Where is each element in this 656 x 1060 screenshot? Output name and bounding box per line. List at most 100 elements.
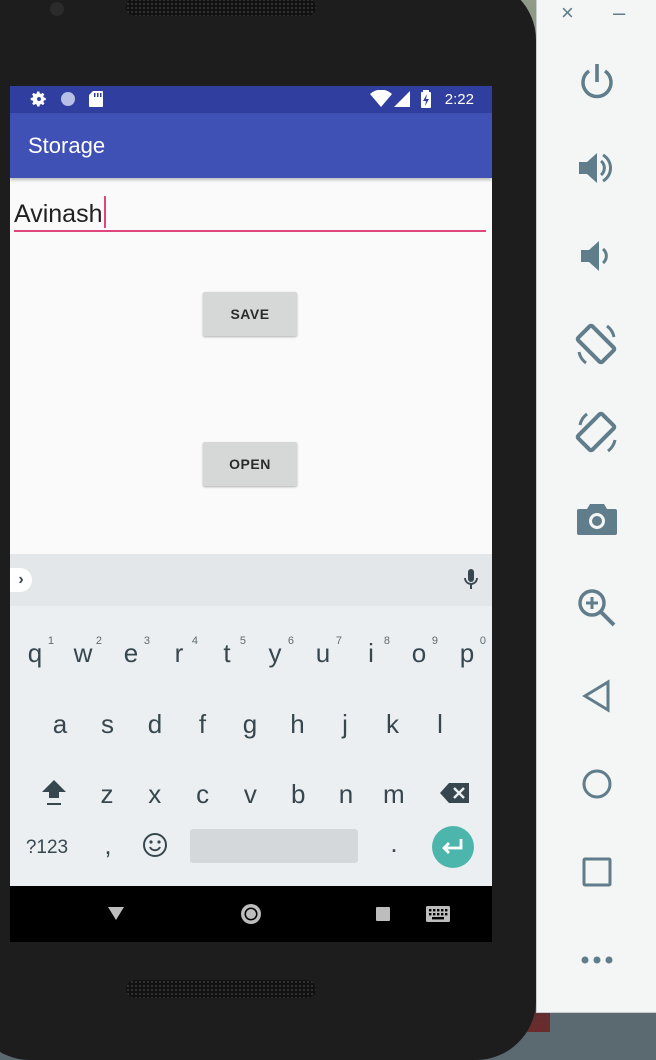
key-label: t <box>223 638 231 668</box>
key-hint: 4 <box>191 635 198 647</box>
keyboard-switch-icon[interactable] <box>426 906 450 927</box>
shift-key[interactable] <box>34 777 74 807</box>
space-key[interactable] <box>190 829 358 863</box>
clock: 2:22 <box>444 91 474 108</box>
sd-card-icon <box>88 90 104 113</box>
key-t[interactable]: t5 <box>204 635 250 668</box>
key-f[interactable]: f <box>180 709 226 739</box>
power-icon[interactable] <box>575 58 619 102</box>
name-input-value: Avinash <box>14 200 103 228</box>
status-bar: 2:22 <box>10 86 492 113</box>
key-hint: 8 <box>383 635 390 647</box>
key-hint: 0 <box>479 635 486 647</box>
zoom-icon[interactable] <box>575 586 619 630</box>
signal-icon <box>394 90 410 113</box>
key-d[interactable]: d <box>132 709 178 739</box>
more-icon[interactable] <box>575 938 619 982</box>
key-h[interactable]: h <box>275 709 321 739</box>
home-icon[interactable] <box>575 762 619 806</box>
settings-icon <box>30 90 48 113</box>
minimize-icon[interactable]: – <box>613 0 625 26</box>
key-u[interactable]: u7 <box>300 635 346 668</box>
device-screen: 2:22 Storage Avinash SAVE OPEN › q1w2e3r… <box>10 86 492 942</box>
mic-icon[interactable] <box>464 568 478 597</box>
name-input[interactable]: Avinash <box>14 190 486 232</box>
save-button[interactable]: SAVE <box>203 292 297 336</box>
key-l[interactable]: l <box>417 709 463 739</box>
volume-up-icon[interactable] <box>575 146 619 190</box>
overview-icon[interactable] <box>575 850 619 894</box>
key-r[interactable]: r4 <box>156 635 202 668</box>
key-label: e <box>123 638 139 668</box>
key-label: p <box>459 638 475 668</box>
key-hint: 5 <box>239 635 246 647</box>
back-triangle-icon[interactable] <box>108 907 124 926</box>
backspace-key[interactable] <box>438 782 472 806</box>
key-b[interactable]: b <box>275 779 321 809</box>
top-speaker <box>126 0 316 16</box>
open-button[interactable]: OPEN <box>203 442 297 486</box>
key-j[interactable]: j <box>322 709 368 739</box>
key-k[interactable]: k <box>370 709 416 739</box>
volume-down-icon[interactable] <box>575 234 619 278</box>
key-q[interactable]: q1 <box>12 635 58 668</box>
key-x[interactable]: x <box>132 779 178 809</box>
camera-icon[interactable] <box>575 498 619 542</box>
back-icon[interactable] <box>575 674 619 718</box>
key-label: w <box>73 638 93 668</box>
key-hint: 2 <box>95 635 102 647</box>
key-v[interactable]: v <box>227 779 273 809</box>
app-bar: Storage <box>10 113 492 178</box>
emulator-toolbar: × – <box>536 0 656 1013</box>
key-m[interactable]: m <box>371 779 417 809</box>
enter-key[interactable] <box>432 826 474 868</box>
key-label: i <box>368 638 374 668</box>
close-icon[interactable]: × <box>561 0 574 26</box>
bottom-speaker <box>126 980 316 998</box>
text-cursor <box>103 196 106 228</box>
input-underline <box>14 230 486 232</box>
key-y[interactable]: y6 <box>252 635 298 668</box>
key-p[interactable]: p0 <box>444 635 490 668</box>
rotate-left-icon[interactable] <box>575 322 619 366</box>
key-label: o <box>411 638 427 668</box>
key-label: u <box>315 638 331 668</box>
period-key[interactable]: . <box>384 826 404 860</box>
key-i[interactable]: i8 <box>348 635 394 668</box>
key-o[interactable]: o9 <box>396 635 442 668</box>
key-label: q <box>27 638 43 668</box>
key-label: y <box>268 638 282 668</box>
shift-icon <box>42 780 66 805</box>
key-a[interactable]: a <box>37 709 83 739</box>
soft-keyboard: › q1w2e3r4t5y6u7i8o9p0 asdfghjkl zxcvbnm… <box>10 554 492 886</box>
navigation-bar <box>10 886 492 942</box>
emoji-key[interactable] <box>142 832 168 858</box>
front-camera <box>50 2 64 16</box>
comma-key[interactable]: , <box>96 828 120 862</box>
circle-icon <box>59 90 77 113</box>
symbols-key[interactable]: ?123 <box>22 836 72 860</box>
rotate-right-icon[interactable] <box>575 410 619 454</box>
key-c[interactable]: c <box>180 779 226 809</box>
key-n[interactable]: n <box>323 779 369 809</box>
key-hint: 9 <box>431 635 438 647</box>
enter-icon <box>442 839 463 854</box>
key-hint: 1 <box>47 635 54 647</box>
key-label: r <box>174 638 184 668</box>
key-hint: 3 <box>143 635 150 647</box>
key-w[interactable]: w2 <box>60 635 106 668</box>
wifi-icon <box>370 89 392 113</box>
key-g[interactable]: g <box>227 709 273 739</box>
key-z[interactable]: z <box>84 779 130 809</box>
key-hint: 6 <box>287 635 294 647</box>
app-title: Storage <box>28 133 106 158</box>
backspace-icon <box>440 783 469 803</box>
key-e[interactable]: e3 <box>108 635 154 668</box>
suggestion-strip: › <box>10 554 492 606</box>
recents-square-icon[interactable] <box>376 907 390 926</box>
expand-icon[interactable]: › <box>10 568 32 592</box>
home-circle-icon[interactable] <box>240 903 262 930</box>
emoji-icon <box>143 833 167 857</box>
key-s[interactable]: s <box>85 709 131 739</box>
battery-icon <box>420 90 432 113</box>
